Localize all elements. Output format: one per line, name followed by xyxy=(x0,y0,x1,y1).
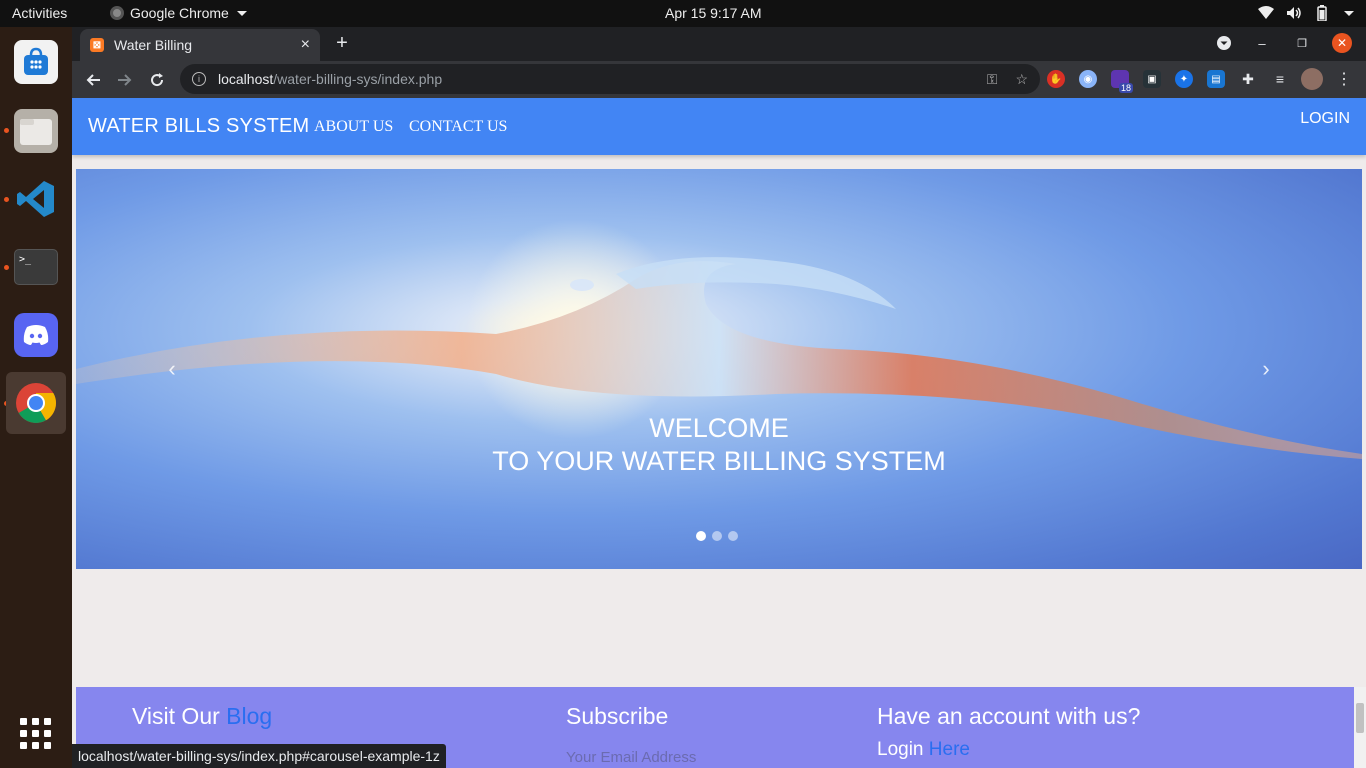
carousel-next-button[interactable]: › xyxy=(1256,356,1276,381)
footer-login-text: Login xyxy=(877,739,929,760)
close-tab-icon[interactable]: × xyxy=(301,36,310,54)
restore-button[interactable]: ❐ xyxy=(1292,33,1312,53)
page-scrollbar[interactable] xyxy=(1354,687,1366,768)
nav-login[interactable]: LOGIN xyxy=(1300,110,1350,128)
scrollbar-thumb[interactable] xyxy=(1356,703,1364,733)
site-info-icon[interactable]: i xyxy=(192,72,206,86)
discord-icon xyxy=(14,313,58,357)
media-queue-icon[interactable]: ≡ xyxy=(1271,70,1289,88)
back-button[interactable] xyxy=(82,69,104,91)
footer-login-line: Login Here xyxy=(877,739,970,761)
carousel-indicators xyxy=(696,531,738,541)
hero-carousel: ‹ › WELCOME TO YOUR WATER BILLING SYSTEM xyxy=(76,169,1362,569)
footer-login-here-link[interactable]: Here xyxy=(929,739,970,760)
extension-doc-icon[interactable]: ▤ xyxy=(1207,70,1225,88)
activities-button[interactable]: Activities xyxy=(12,5,67,21)
carousel-caption: WELCOME TO YOUR WATER BILLING SYSTEM xyxy=(76,412,1362,478)
page-viewport: WATER BILLS SYSTEM ABOUT US CONTACT US L… xyxy=(72,98,1366,768)
adblock-extension-icon[interactable]: ✋ xyxy=(1047,70,1065,88)
carousel-indicator-2[interactable] xyxy=(712,531,722,541)
tab-water-billing[interactable]: ⊠ Water Billing × xyxy=(80,29,320,61)
tab-title: Water Billing xyxy=(114,37,193,53)
site-brand[interactable]: WATER BILLS SYSTEM xyxy=(88,115,309,138)
extension-badge-icon[interactable]: 18 xyxy=(1111,70,1133,93)
tab-search-icon[interactable] xyxy=(1214,33,1234,53)
site-navbar: WATER BILLS SYSTEM ABOUT US CONTACT US L… xyxy=(72,98,1366,155)
footer-blog-text: Visit Our xyxy=(132,703,227,729)
system-menu-chevron-icon xyxy=(1344,10,1354,16)
url-host: localhost xyxy=(218,71,274,87)
footer-blog-link[interactable]: Blog xyxy=(226,703,272,729)
extension-screen-icon[interactable]: ▣ xyxy=(1143,70,1161,88)
footer-account-heading: Have an account with us? xyxy=(877,703,1141,729)
footer-subscribe-heading: Subscribe xyxy=(566,703,669,729)
terminal-icon: >_ xyxy=(14,249,58,285)
carousel-prev-button[interactable]: ‹ xyxy=(162,356,182,381)
app-menu[interactable]: Google Chrome xyxy=(110,5,247,21)
extension-circle-icon[interactable]: ◉ xyxy=(1079,70,1097,88)
carousel-indicator-1[interactable] xyxy=(696,531,706,541)
folder-icon xyxy=(14,109,58,153)
water-wave-image xyxy=(76,219,1362,459)
battery-icon xyxy=(1314,5,1330,21)
url-path: /water-billing-sys/index.php xyxy=(273,71,443,87)
extension-badge-count: 18 xyxy=(1118,83,1133,93)
vscode-icon xyxy=(14,177,58,221)
volume-icon xyxy=(1286,5,1302,21)
carousel-indicator-3[interactable] xyxy=(728,531,738,541)
close-window-button[interactable]: ✕ xyxy=(1332,33,1352,53)
extensions-puzzle-icon[interactable]: ✚ xyxy=(1239,70,1257,88)
nav-contact-us[interactable]: CONTACT US xyxy=(409,118,507,136)
forward-button[interactable] xyxy=(114,69,136,91)
dock-terminal[interactable]: >_ xyxy=(6,236,66,298)
chevron-down-icon xyxy=(236,10,247,16)
extension-star-icon[interactable]: ✦ xyxy=(1175,70,1193,88)
chrome-icon xyxy=(14,381,58,425)
chrome-small-icon xyxy=(110,6,124,20)
system-top-bar: Activities Google Chrome Apr 15 9:17 AM xyxy=(0,0,1366,27)
dock-chrome[interactable] xyxy=(6,372,66,434)
nav-about-us[interactable]: ABOUT US xyxy=(314,118,393,136)
reload-button[interactable] xyxy=(146,69,168,91)
system-tray[interactable] xyxy=(1258,5,1354,21)
app-menu-label: Google Chrome xyxy=(130,5,229,21)
dock-vscode[interactable] xyxy=(6,168,66,230)
caption-line-2: TO YOUR WATER BILLING SYSTEM xyxy=(492,446,946,476)
tab-strip: ⊠ Water Billing × + – ❐ ✕ xyxy=(72,27,1366,61)
status-bubble-url: localhost/water-billing-sys/index.php#ca… xyxy=(72,744,446,768)
key-icon[interactable]: ⚿ xyxy=(987,71,998,88)
xampp-favicon-icon: ⊠ xyxy=(90,38,104,52)
caption-line-1: WELCOME xyxy=(649,413,789,443)
dock: >_ xyxy=(0,27,72,768)
address-bar[interactable]: i localhost /water-billing-sys/index.php… xyxy=(180,64,1040,94)
more-menu-icon[interactable]: ⋮ xyxy=(1335,70,1353,88)
bookmark-star-icon[interactable]: ☆ xyxy=(1015,71,1028,88)
new-tab-button[interactable]: + xyxy=(332,32,352,54)
subscribe-email-input[interactable]: Your Email Address xyxy=(566,749,696,766)
minimize-button[interactable]: – xyxy=(1252,33,1272,53)
footer-blog-heading: Visit Our Blog xyxy=(132,703,272,730)
show-applications-icon[interactable] xyxy=(20,718,52,750)
software-store-icon xyxy=(14,40,58,84)
dock-discord[interactable] xyxy=(6,304,66,366)
dock-software-store[interactable] xyxy=(6,31,66,93)
dock-files[interactable] xyxy=(6,100,66,162)
browser-window: ⊠ Water Billing × + – ❐ ✕ i localhost /w… xyxy=(72,27,1366,768)
clock[interactable]: Apr 15 9:17 AM xyxy=(665,5,762,21)
profile-avatar[interactable] xyxy=(1301,68,1323,90)
browser-toolbar: i localhost /water-billing-sys/index.php… xyxy=(72,61,1366,98)
wifi-icon xyxy=(1258,5,1274,21)
